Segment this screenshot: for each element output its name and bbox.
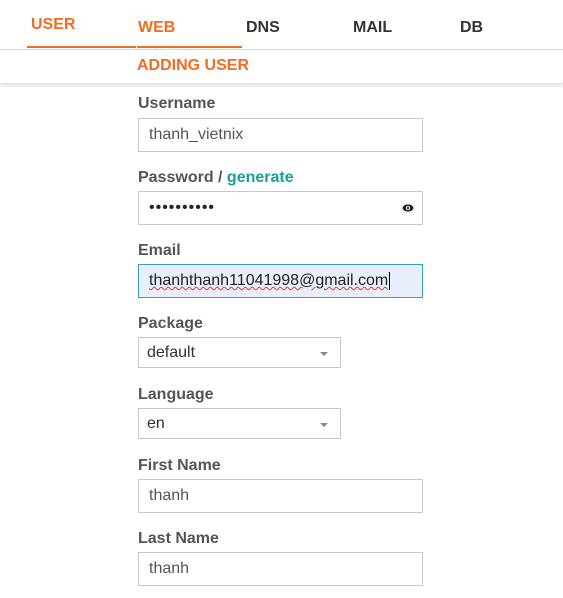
nav-tab-db[interactable]: DB — [460, 19, 483, 37]
password-field[interactable]: •••••••••• — [138, 191, 423, 225]
password-label: Password / generate — [138, 169, 294, 187]
eye-icon[interactable] — [402, 203, 414, 213]
last-name-label: Last Name — [138, 530, 219, 547]
first-name-field[interactable]: thanh — [138, 479, 423, 513]
email-label: Email — [138, 242, 181, 259]
password-value: •••••••••• — [149, 199, 216, 216]
package-select[interactable]: default — [138, 337, 341, 368]
package-value: default — [147, 343, 196, 361]
email-value: thanhthanh11041998@gmail.com — [149, 272, 389, 289]
page-title: ADDING USER — [137, 57, 250, 74]
text-cursor — [389, 272, 391, 290]
package-label: Package — [138, 315, 203, 332]
nav-tab-dns[interactable]: DNS — [246, 19, 280, 37]
top-navigation: USER WEB DNS MAIL DB — [0, 0, 563, 50]
username-label: Username — [138, 95, 216, 112]
language-label: Language — [138, 386, 214, 403]
nav-user-underline — [27, 46, 136, 48]
email-field[interactable]: thanhthanh11041998@gmail.com — [138, 264, 423, 298]
nav-tab-web[interactable]: WEB — [138, 19, 175, 37]
nav-tab-mail[interactable]: MAIL — [353, 19, 392, 37]
last-name-field[interactable]: thanh — [138, 552, 423, 586]
nav-tab-user[interactable]: USER — [31, 16, 75, 34]
first-name-value: thanh — [149, 487, 190, 504]
password-label-text: Password / — [138, 169, 227, 186]
language-value: en — [147, 414, 165, 432]
username-field[interactable]: thanh_vietnix — [138, 118, 423, 152]
dropdown-arrow-icon — [320, 423, 328, 427]
sub-header: ADDING USER — [0, 50, 563, 84]
last-name-value: thanh — [149, 560, 190, 577]
nav-web-underline — [137, 46, 242, 48]
language-select[interactable]: en — [138, 408, 341, 439]
username-value: thanh_vietnix — [149, 126, 244, 143]
first-name-label: First Name — [138, 457, 221, 474]
dropdown-arrow-icon — [320, 352, 328, 356]
generate-password-link[interactable]: generate — [227, 169, 294, 186]
